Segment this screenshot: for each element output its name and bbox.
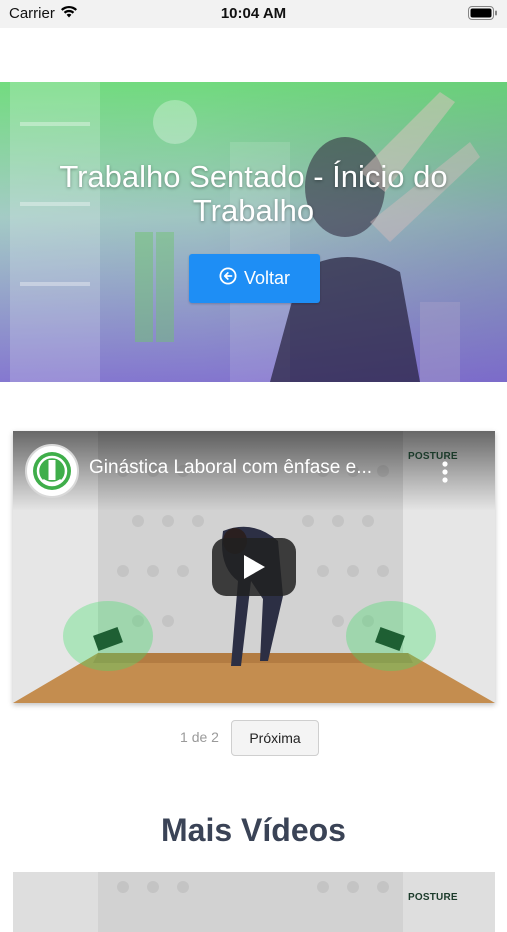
posture-logo-text: POSTURE	[408, 451, 458, 462]
posture-logo: POSTURE	[408, 451, 458, 462]
status-time: 10:04 AM	[220, 5, 287, 22]
page-indicator: 1 de 2	[180, 729, 219, 745]
back-button-label: Voltar	[243, 268, 291, 288]
video-player[interactable]: Ginástica Laboral com ênfase e... POSTUR…	[13, 431, 495, 703]
back-button[interactable]: Voltar	[189, 254, 320, 303]
more-videos-heading: Mais Vídeos	[161, 812, 346, 848]
video-thumbnail-secondary[interactable]: POSTURE	[13, 872, 495, 932]
next-button[interactable]: Próxima	[231, 720, 319, 756]
posture-logo-secondary: POSTURE	[408, 892, 458, 903]
battery-icon	[468, 6, 498, 24]
hero-banner: Trabalho Sentado - Ínicio do Trabalho Vo…	[0, 82, 507, 382]
channel-logo[interactable]	[25, 444, 79, 498]
play-button[interactable]	[212, 538, 296, 596]
posture-logo-text-secondary: POSTURE	[408, 892, 458, 903]
video-title[interactable]: Ginástica Laboral com ênfase e...	[89, 457, 411, 479]
more-vertical-icon[interactable]	[442, 461, 448, 488]
hero-background-image	[10, 82, 480, 382]
channel-logo-icon	[33, 452, 71, 490]
status-bar: Carrier 10:04 AM	[0, 0, 507, 28]
page-title: Trabalho Sentado - Ínicio do Trabalho	[59, 159, 448, 228]
arrow-left-circle-icon	[219, 267, 237, 290]
play-icon	[244, 555, 265, 579]
